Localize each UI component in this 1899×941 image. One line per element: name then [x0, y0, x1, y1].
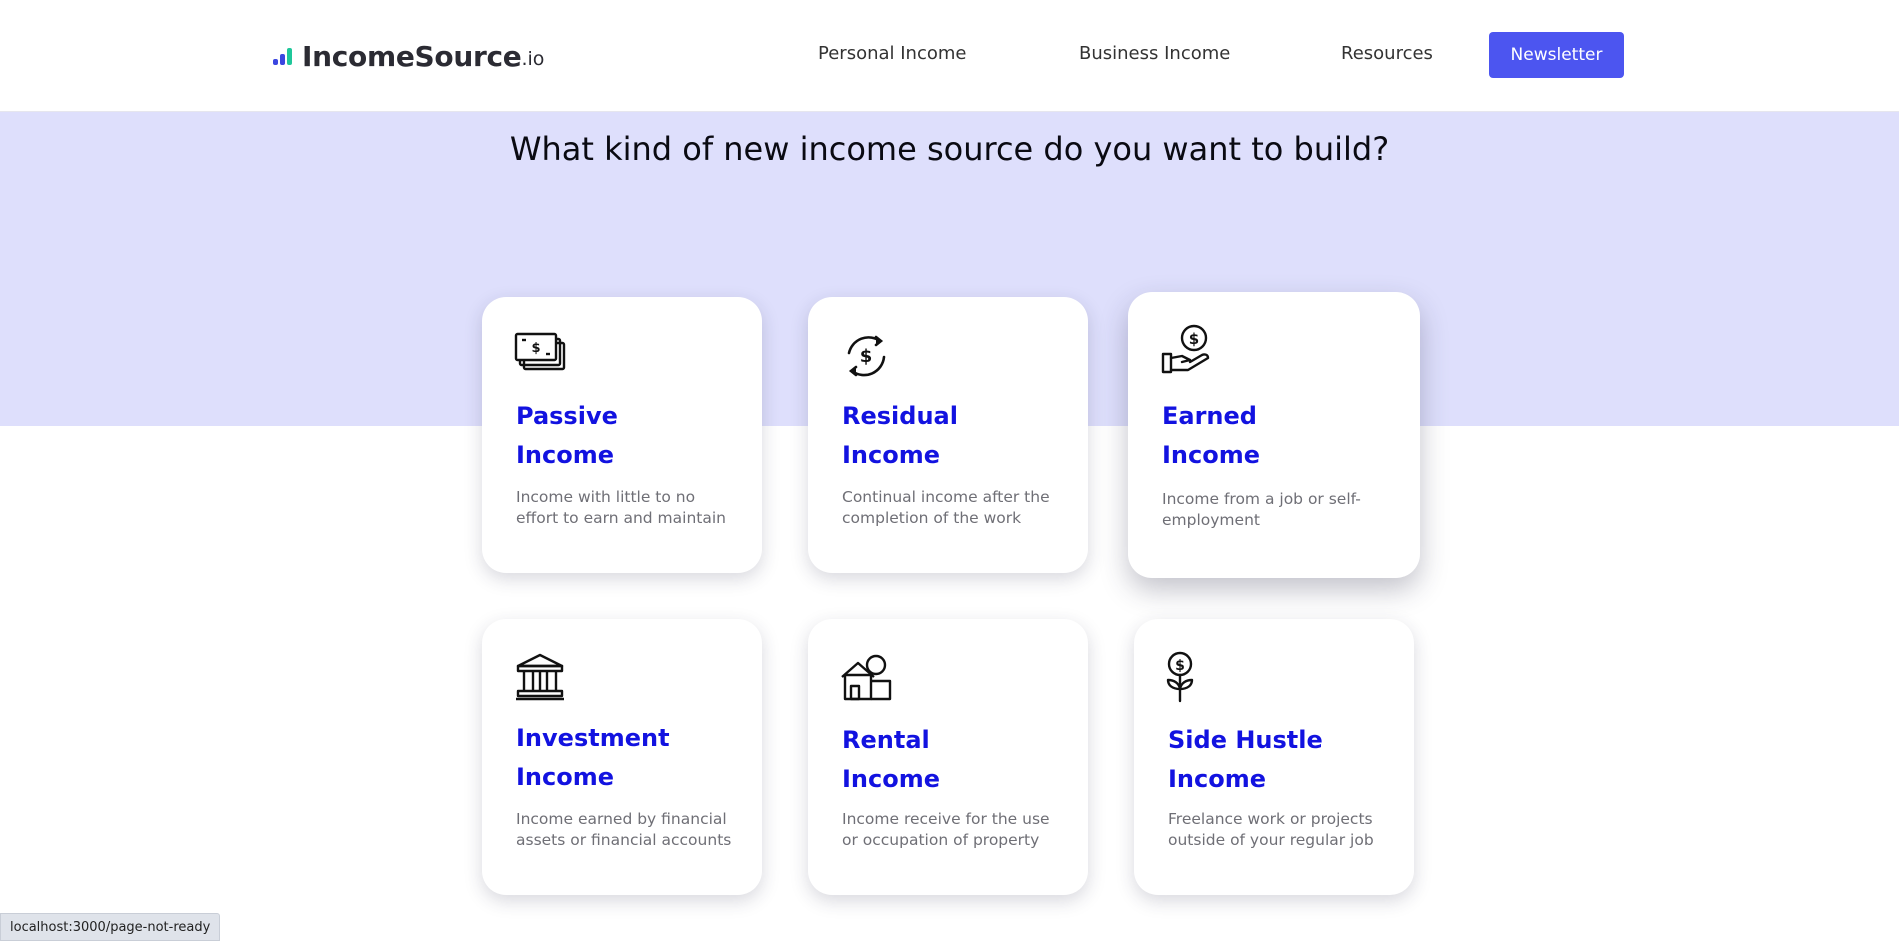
page-headline: What kind of new income source do you wa…: [509, 130, 1390, 168]
nav-business-income[interactable]: Business Income: [1079, 43, 1230, 64]
card-description: Income from a job or self-employment: [1162, 490, 1361, 529]
money-plant-icon: $: [1166, 651, 1194, 703]
card-description: Income receive for the use or occupation…: [842, 810, 1050, 849]
card-description: Continual income after the completion of…: [842, 488, 1050, 527]
nav-resources[interactable]: Resources: [1341, 43, 1433, 64]
card-investment-income[interactable]: Investment Income Income earned by finan…: [482, 619, 762, 895]
card-description: Freelance work or projects outside of yo…: [1168, 810, 1374, 849]
nav-personal-income[interactable]: Personal Income: [818, 43, 966, 64]
card-title: Residual Income: [842, 402, 958, 469]
dollar-cycle-icon: $: [847, 335, 886, 377]
house-coin-icon: [841, 654, 892, 701]
svg-text:$: $: [1189, 330, 1199, 348]
card-title: Rental Income: [842, 726, 941, 793]
card-title: Investment Income: [516, 724, 670, 791]
svg-text:$: $: [860, 346, 873, 367]
newsletter-button[interactable]: Newsletter: [1489, 32, 1624, 78]
bank-icon: [516, 653, 564, 701]
browser-status-url: localhost:3000/page-not-ready: [0, 913, 221, 941]
cash-stack-icon: $: [514, 332, 566, 371]
card-title: Side Hustle Income: [1168, 726, 1323, 793]
svg-text:$: $: [531, 341, 540, 356]
hand-coin-icon: $: [1161, 324, 1210, 374]
card-description: Income with little to no effort to earn …: [516, 488, 726, 527]
bar-chart-logo-icon: [272, 44, 296, 68]
card-description: Income earned by financial assets or fin…: [516, 810, 732, 849]
logo-text: IncomeSource: [302, 39, 522, 73]
card-title: Passive Income: [516, 402, 618, 469]
card-title: Earned Income: [1162, 402, 1261, 469]
card-earned-income[interactable]: $ Earned Income Income from a job or sel…: [1128, 292, 1420, 578]
card-passive-income[interactable]: $ Passive Income Income with little to n…: [482, 297, 762, 573]
card-rental-income[interactable]: Rental Income Income receive for the use…: [808, 619, 1088, 895]
card-residual-income[interactable]: $ Residual Income Continual income after…: [808, 297, 1088, 573]
card-side-hustle-income[interactable]: $ Side Hustle Income Freelance work or p…: [1134, 619, 1414, 895]
site-logo[interactable]: IncomeSource .io: [272, 36, 544, 76]
svg-text:$: $: [1175, 658, 1185, 674]
site-header: IncomeSource .io Personal Income Business…: [0, 0, 1899, 112]
logo-tld: .io: [521, 48, 545, 70]
